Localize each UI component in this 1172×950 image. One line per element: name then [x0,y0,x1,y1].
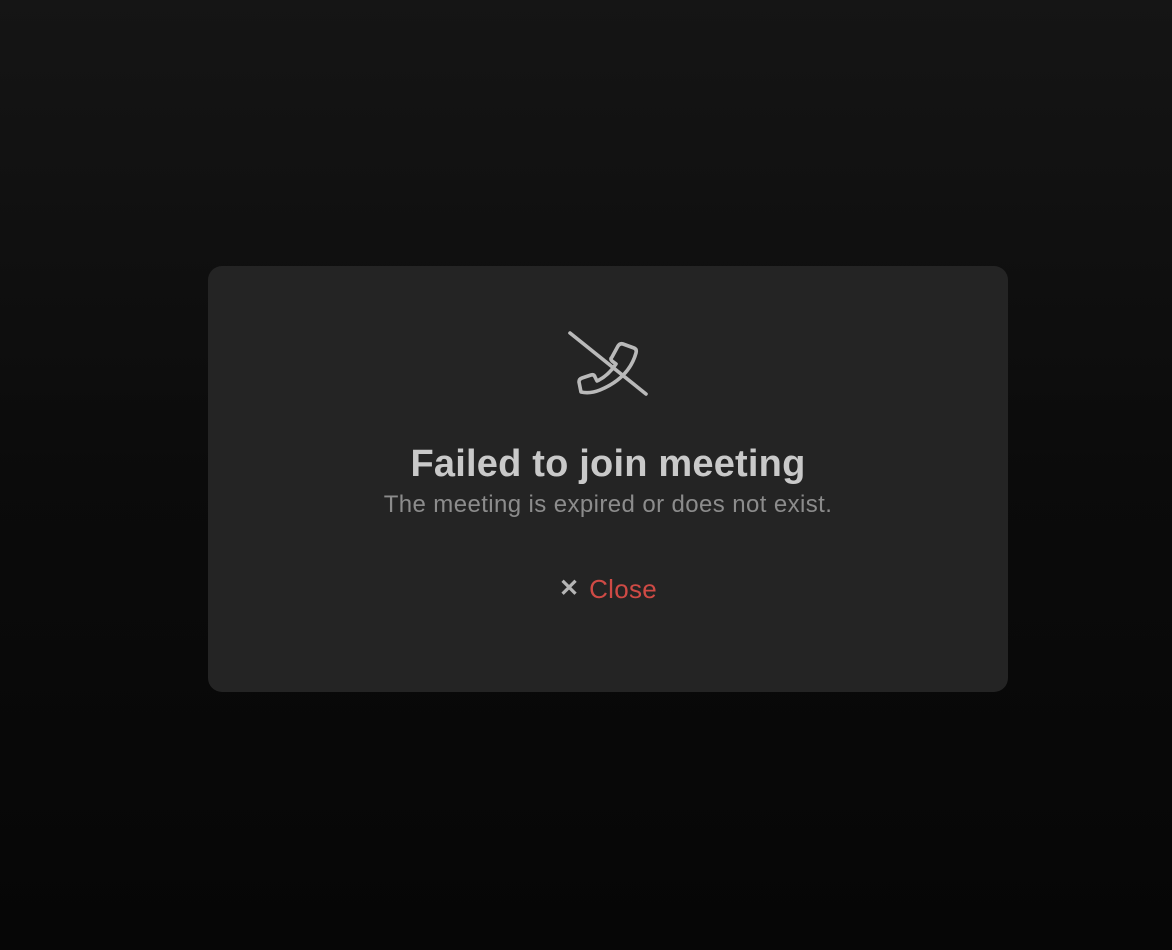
dialog-title: Failed to join meeting [410,443,806,485]
close-icon: ✕ [558,575,580,602]
dialog-message: The meeting is expired or does not exist… [383,491,833,518]
phone-off-icon [566,328,650,396]
error-dialog: Failed to join meeting The meeting is ex… [208,266,1008,692]
close-button-label: Close [589,574,658,604]
close-button[interactable]: ✕ Close [553,570,663,608]
